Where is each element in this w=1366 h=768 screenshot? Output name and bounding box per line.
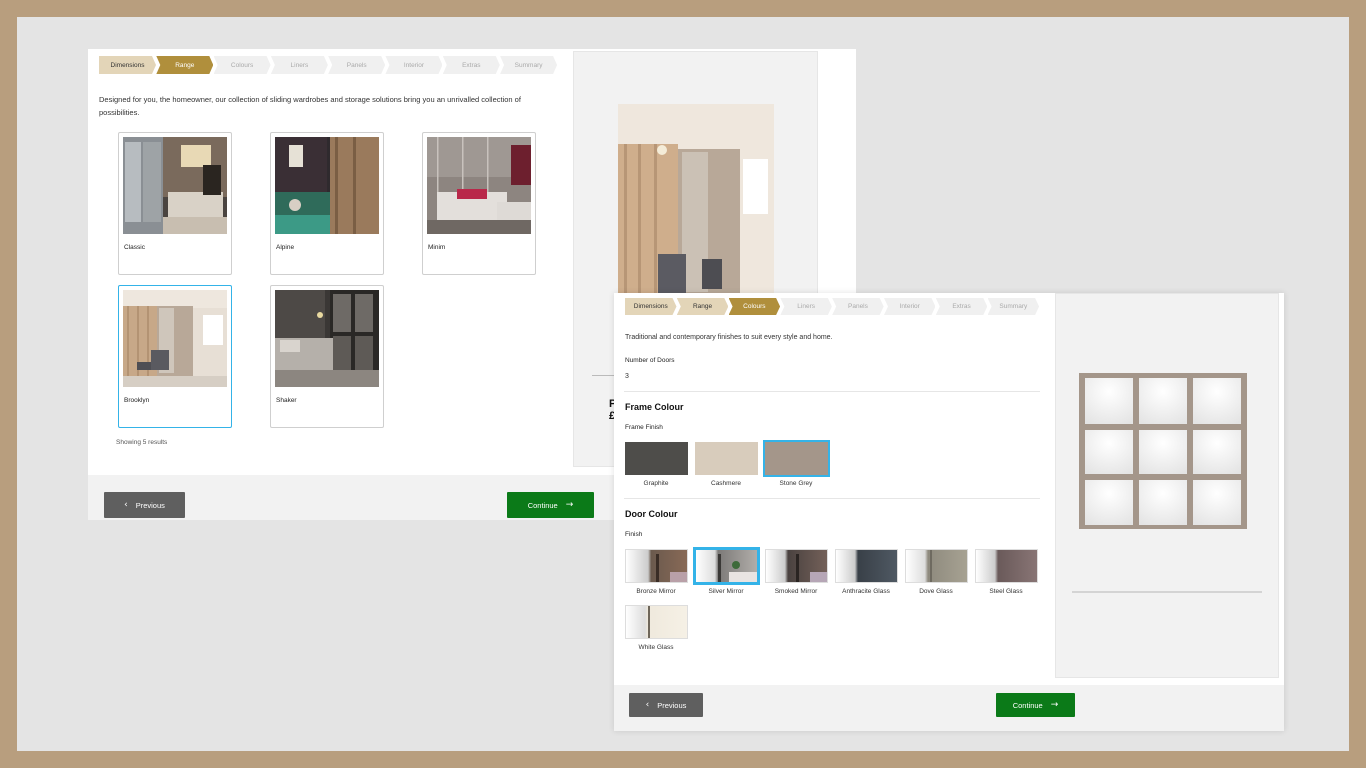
range-label: Alpine bbox=[276, 244, 295, 251]
step-liners[interactable]: Liners bbox=[271, 56, 328, 74]
door-swatch-label: Dove Glass bbox=[919, 588, 953, 595]
preview-divider bbox=[1072, 591, 1262, 593]
step-label: Extras bbox=[462, 61, 481, 69]
colours-footer: ‹ Previous Continue → bbox=[614, 685, 1284, 731]
step-label: Summary bbox=[999, 303, 1028, 310]
doors-value: 3 bbox=[625, 373, 629, 380]
frame-swatch-label: Graphite bbox=[643, 480, 669, 487]
door-swatch-label: Bronze Mirror bbox=[636, 588, 676, 595]
range-label: Minim bbox=[428, 244, 446, 251]
chevron-left-icon: ‹ bbox=[124, 500, 128, 510]
previous-label: Previous bbox=[135, 500, 165, 510]
door-swatch-white-glass[interactable] bbox=[625, 605, 688, 639]
step-panels[interactable]: Panels bbox=[328, 56, 385, 74]
range-label: Shaker bbox=[276, 397, 297, 404]
divider bbox=[624, 498, 1040, 499]
door-finish-label: Finish bbox=[625, 531, 643, 538]
step-range[interactable]: Range bbox=[677, 298, 729, 315]
frame-colour-heading: Frame Colour bbox=[625, 402, 684, 412]
step-label: Panels bbox=[346, 61, 367, 69]
range-image-classic bbox=[123, 137, 227, 234]
continue-button[interactable]: Continue → bbox=[507, 492, 594, 518]
range-preview-image bbox=[618, 104, 774, 294]
step-extras[interactable]: Extras bbox=[443, 56, 500, 74]
step-label: Dimensions bbox=[110, 61, 145, 69]
range-label: Brooklyn bbox=[124, 397, 150, 404]
progress-steps: Dimensions Range Colours Liners Panels I… bbox=[99, 56, 557, 74]
step-interior[interactable]: Interior bbox=[385, 56, 442, 74]
step-liners[interactable]: Liners bbox=[780, 298, 832, 315]
range-image-minim bbox=[427, 137, 531, 234]
frame-swatch-stone-grey[interactable] bbox=[763, 440, 830, 477]
colours-intro-text: Traditional and contemporary finishes to… bbox=[625, 334, 833, 341]
range-image-shaker bbox=[275, 290, 379, 387]
progress-steps: Dimensions Range Colours Liners Panels I… bbox=[625, 298, 1039, 315]
step-panels[interactable]: Panels bbox=[832, 298, 884, 315]
door-swatch-bronze-mirror[interactable] bbox=[625, 549, 688, 583]
previous-button[interactable]: ‹ Previous bbox=[629, 693, 703, 717]
door-swatch-label: Steel Glass bbox=[989, 588, 1023, 595]
step-dimensions[interactable]: Dimensions bbox=[625, 298, 677, 315]
frame-swatch-graphite[interactable] bbox=[625, 442, 688, 475]
step-label: Colours bbox=[743, 303, 766, 310]
step-colours[interactable]: Colours bbox=[214, 56, 271, 74]
previous-label: Previous bbox=[657, 700, 687, 710]
step-label: Colours bbox=[230, 61, 254, 69]
range-card-shaker[interactable]: Shaker bbox=[270, 285, 384, 428]
step-label: Summary bbox=[514, 61, 543, 69]
step-label: Panels bbox=[848, 303, 868, 310]
door-swatch-dove-glass[interactable] bbox=[905, 549, 968, 583]
door-swatch-silver-mirror[interactable] bbox=[693, 547, 760, 585]
step-dimensions[interactable]: Dimensions bbox=[99, 56, 156, 74]
door-colour-heading: Door Colour bbox=[625, 509, 678, 519]
step-label: Extras bbox=[952, 303, 971, 310]
range-image-alpine bbox=[275, 137, 379, 234]
range-intro-text: Designed for you, the homeowner, our col… bbox=[99, 95, 521, 117]
range-card-brooklyn[interactable]: Brooklyn bbox=[118, 285, 232, 428]
doors-label: Number of Doors bbox=[625, 357, 675, 364]
step-summary[interactable]: Summary bbox=[500, 56, 557, 74]
results-count: Showing 5 results bbox=[116, 439, 168, 446]
door-swatch-label: Anthracite Glass bbox=[842, 588, 890, 595]
frame-swatch-label: Cashmere bbox=[711, 480, 741, 487]
door-swatch-smoked-mirror[interactable] bbox=[765, 549, 828, 583]
range-selection-panel: Dimensions Range Colours Liners Panels I… bbox=[88, 49, 563, 475]
continue-label: Continue bbox=[527, 500, 558, 510]
frame-swatch-label: Stone Grey bbox=[779, 480, 813, 487]
continue-label: Continue bbox=[1012, 700, 1043, 710]
step-label: Range bbox=[692, 303, 713, 310]
step-colours[interactable]: Colours bbox=[729, 298, 781, 315]
continue-button[interactable]: Continue → bbox=[996, 693, 1075, 717]
arrow-right-icon: → bbox=[565, 500, 574, 510]
colours-step-screen: Dimensions Range Colours Liners Panels I… bbox=[614, 293, 1284, 731]
step-range[interactable]: Range bbox=[156, 56, 213, 74]
previous-button[interactable]: ‹ Previous bbox=[104, 492, 185, 518]
step-label: Liners bbox=[290, 61, 309, 69]
step-summary[interactable]: Summary bbox=[988, 298, 1040, 315]
step-label: Dimensions bbox=[633, 303, 668, 310]
step-label: Interior bbox=[899, 303, 920, 310]
frame-swatch-cashmere[interactable] bbox=[695, 442, 758, 475]
arrow-right-icon: → bbox=[1050, 700, 1059, 710]
chevron-left-icon: ‹ bbox=[645, 700, 650, 710]
wardrobe-preview-image bbox=[1079, 373, 1247, 529]
range-label: Classic bbox=[124, 244, 145, 251]
door-swatch-anthracite-glass[interactable] bbox=[835, 549, 898, 583]
step-label: Interior bbox=[403, 61, 425, 69]
range-card-minim[interactable]: Minim bbox=[422, 132, 536, 275]
range-card-alpine[interactable]: Alpine bbox=[270, 132, 384, 275]
step-extras[interactable]: Extras bbox=[936, 298, 988, 315]
frame-finish-label: Frame Finish bbox=[625, 424, 663, 431]
range-card-classic[interactable]: Classic bbox=[118, 132, 232, 275]
step-interior[interactable]: Interior bbox=[884, 298, 936, 315]
door-swatch-label: Silver Mirror bbox=[708, 588, 744, 595]
door-swatch-steel-glass[interactable] bbox=[975, 549, 1038, 583]
range-image-brooklyn bbox=[123, 290, 227, 387]
door-swatch-label: White Glass bbox=[638, 644, 674, 651]
divider bbox=[624, 391, 1040, 392]
wardrobe-preview-panel bbox=[1055, 293, 1279, 678]
step-label: Liners bbox=[797, 303, 815, 310]
step-label: Range bbox=[175, 61, 195, 69]
door-swatch-label: Smoked Mirror bbox=[774, 588, 818, 595]
